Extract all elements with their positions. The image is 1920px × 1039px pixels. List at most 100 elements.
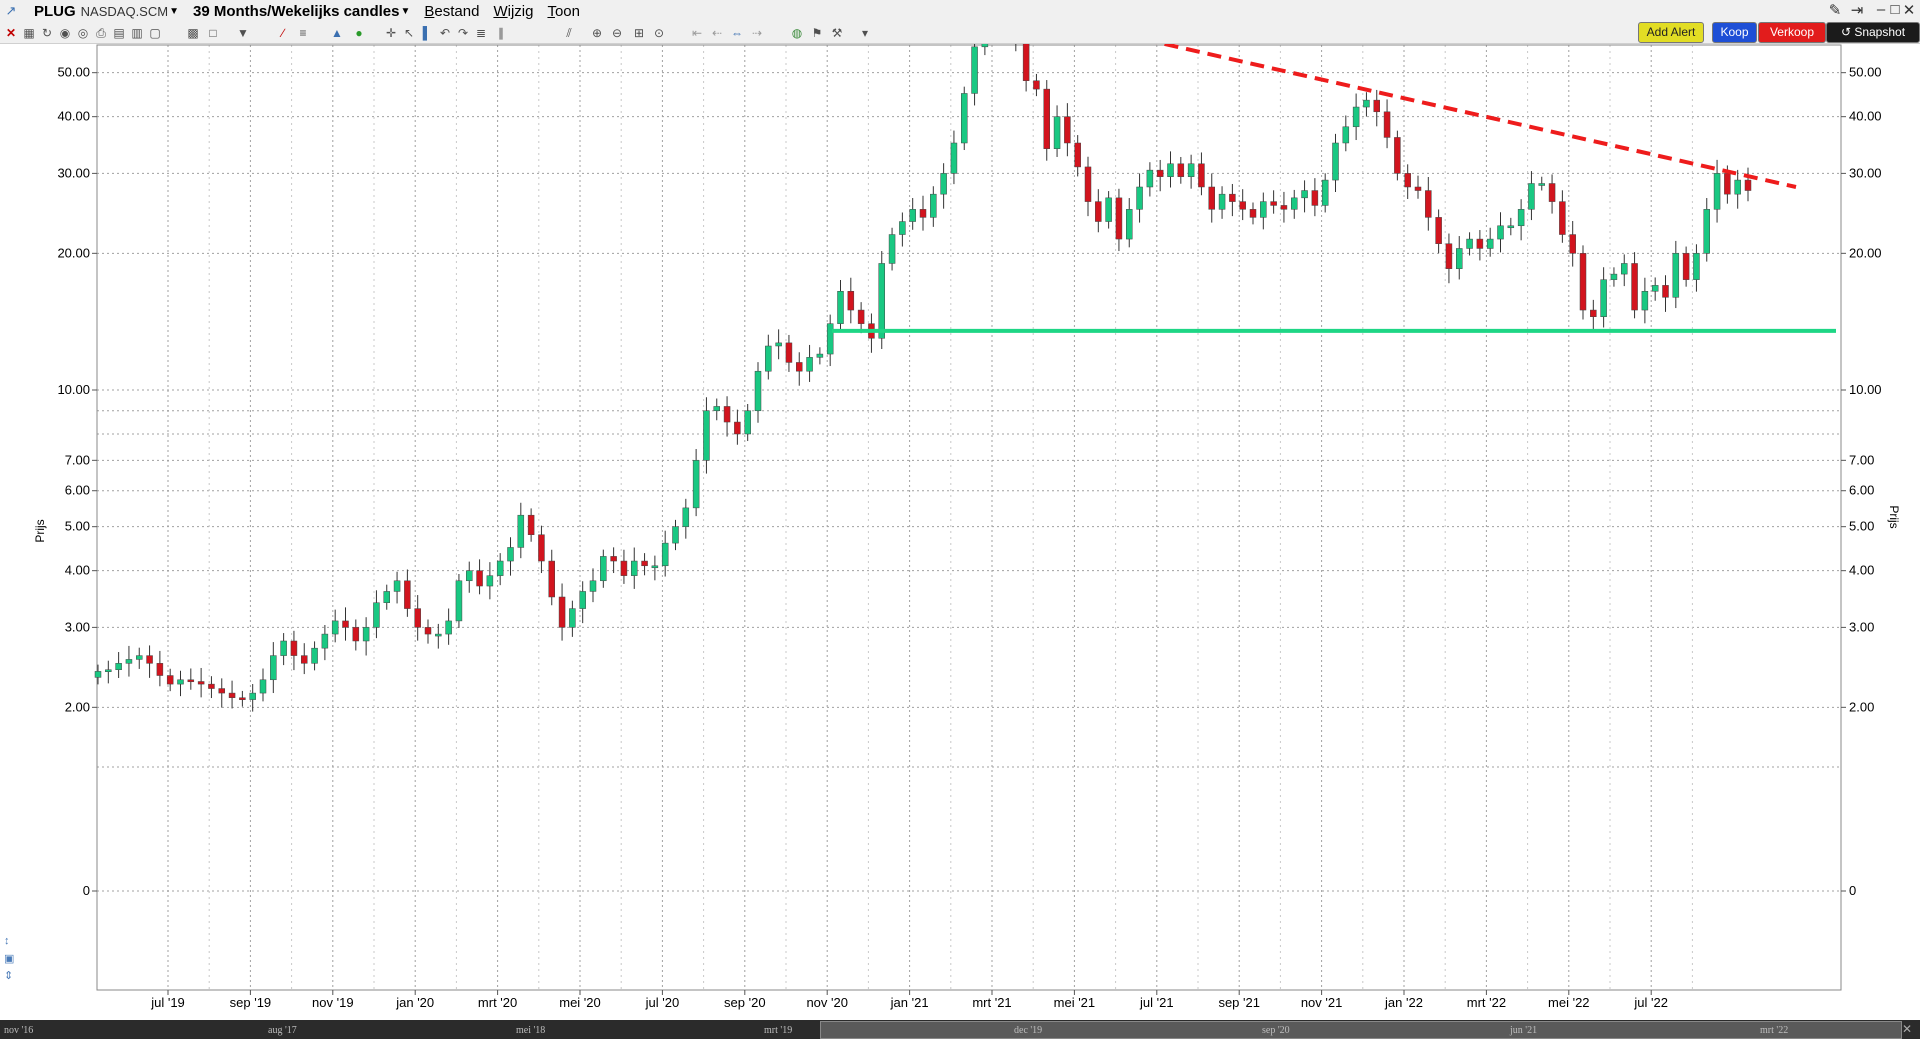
print-icon[interactable]: ⎙ [94, 26, 108, 40]
blank-icon[interactable]: □ [206, 26, 220, 40]
candle-body [507, 547, 514, 562]
navigator-window[interactable] [820, 1021, 1902, 1039]
table-icon[interactable]: ▤ [112, 26, 126, 40]
zoom-in-icon[interactable]: ⊕ [590, 26, 604, 40]
y-tick-label: 5.00 [1849, 519, 1874, 534]
tag-icon[interactable]: ⚑ [810, 26, 824, 40]
step-left-icon[interactable]: ⇠ [710, 26, 724, 40]
drawn-lines[interactable] [832, 44, 1836, 333]
settings-icon[interactable]: ⚒ [830, 26, 844, 40]
candle-bull [1538, 176, 1545, 191]
candle-bear [1074, 135, 1081, 177]
add-alert-button[interactable]: Add Alert [1638, 22, 1704, 43]
candle-body [218, 688, 225, 694]
fibonacci-icon[interactable]: ≣ [474, 26, 488, 40]
candle-body [682, 507, 690, 527]
candle-bear [548, 549, 555, 606]
price-chart[interactable]: 70.0060.0050.0040.0030.0020.0010.007.006… [0, 44, 1920, 1039]
candle-body [1559, 201, 1566, 235]
candle-body [857, 309, 865, 324]
zoom-vertical-icon[interactable]: ↕ [4, 935, 22, 952]
lock-icon[interactable]: ▣ [4, 952, 22, 969]
candle-bear [1548, 174, 1556, 214]
window-icon[interactable]: ▢ [148, 26, 162, 40]
candle-bull [1332, 133, 1339, 193]
snapshot-button[interactable]: ↺ Snapshot [1826, 22, 1920, 43]
candle-body [1445, 243, 1453, 269]
nav-label: jun '21 [1510, 1025, 1538, 1036]
candle-bull [775, 329, 782, 360]
fan-icon[interactable]: ⫽ [562, 26, 576, 40]
candle-bull [1517, 199, 1525, 241]
fit-vertical-icon[interactable]: ⇕ [4, 969, 22, 986]
candle-bear [1064, 103, 1071, 157]
candle-bear [785, 334, 793, 372]
candle-bear [218, 678, 225, 708]
candle-bull [661, 530, 669, 577]
ticker-symbol[interactable]: PLUG [34, 3, 76, 20]
undo-icon[interactable]: ↶ [438, 26, 452, 40]
candle-body [496, 560, 504, 576]
pencil-icon[interactable]: ∕ [276, 26, 290, 40]
candle-bull [754, 362, 762, 423]
candle-body [1672, 253, 1680, 298]
buy-button[interactable]: Koop [1712, 22, 1757, 43]
sell-button[interactable]: Verkoop [1758, 22, 1826, 43]
period-dropdown-icon[interactable]: ▼ [400, 6, 410, 17]
crosshair-icon[interactable]: ✛ [384, 26, 398, 40]
candle-bear [1682, 246, 1690, 287]
candle-bull [517, 502, 525, 559]
close-icon[interactable]: ✕ [4, 26, 18, 40]
chart-settings-icon[interactable]: ▩ [186, 26, 200, 40]
y-tick-label: 2.00 [65, 699, 90, 714]
candle-bull [1486, 227, 1494, 257]
candle-body [1311, 190, 1319, 206]
redo-icon[interactable]: ↷ [456, 26, 470, 40]
y-tick-label: 30.00 [57, 165, 90, 180]
navigator-close-icon[interactable]: ✕ [1902, 1022, 1912, 1036]
exchange-label[interactable]: NASDAQ.SCM [81, 4, 168, 19]
ticker-dropdown-icon[interactable]: ▼ [169, 6, 179, 17]
candle-body [197, 681, 205, 685]
zoom-out-icon[interactable]: ⊖ [610, 26, 624, 40]
grid-icon[interactable]: ▦ [22, 26, 36, 40]
go-icon[interactable]: ● [352, 26, 366, 40]
triangle-down-icon[interactable]: ▼ [236, 26, 250, 40]
candle-bull [362, 617, 370, 656]
period-selector[interactable]: 39 Months/Wekelijks candles [193, 3, 399, 20]
more-dropdown-icon[interactable]: ▾ [858, 26, 872, 40]
zoom-box-icon[interactable]: ⊞ [632, 26, 646, 40]
y-tick-label: 7.00 [65, 452, 90, 467]
candle-body [1249, 209, 1257, 218]
step-right-icon[interactable]: ⇢ [750, 26, 764, 40]
refresh-icon[interactable]: ↻ [40, 26, 54, 40]
menu-wijzig[interactable]: Wijzig [493, 3, 533, 20]
layout-icon[interactable]: ▥ [130, 26, 144, 40]
menu-bestand[interactable]: Bestand [424, 3, 479, 20]
y-tick-label: 6.00 [1849, 483, 1874, 498]
camera-icon[interactable]: ◉ [58, 26, 72, 40]
pencil-icon[interactable]: ✎ [1826, 1, 1844, 19]
candle-bear [1404, 164, 1411, 199]
mountain-icon[interactable]: ▲ [330, 26, 344, 40]
candle-bull [631, 547, 638, 589]
menu-toon[interactable]: Toon [547, 3, 580, 20]
y-tick-label: 7.00 [1849, 452, 1874, 467]
candle-bear [166, 668, 174, 692]
target-icon[interactable]: ◎ [76, 26, 90, 40]
candle-bull [1610, 267, 1618, 287]
fit-icon[interactable]: ⇔ [730, 26, 744, 40]
bar-chart-icon[interactable]: ▌ [420, 26, 434, 40]
candle-body [1033, 80, 1040, 90]
scroll-left-icon[interactable]: ⇤ [690, 26, 704, 40]
globe-icon[interactable]: ◍ [790, 26, 804, 40]
ruler-icon[interactable]: ≡ [296, 26, 310, 40]
lines-icon[interactable]: ∥ [494, 26, 508, 40]
candle-body [651, 565, 659, 569]
magnifier-icon[interactable]: ⊙ [652, 26, 666, 40]
cursor-icon[interactable]: ↖ [402, 26, 416, 40]
restore-icon[interactable]: ⇥ [1848, 1, 1866, 19]
candle-body [1084, 166, 1092, 202]
candle-body [1260, 201, 1267, 218]
close-window-icon[interactable]: ✕ [1900, 1, 1918, 19]
